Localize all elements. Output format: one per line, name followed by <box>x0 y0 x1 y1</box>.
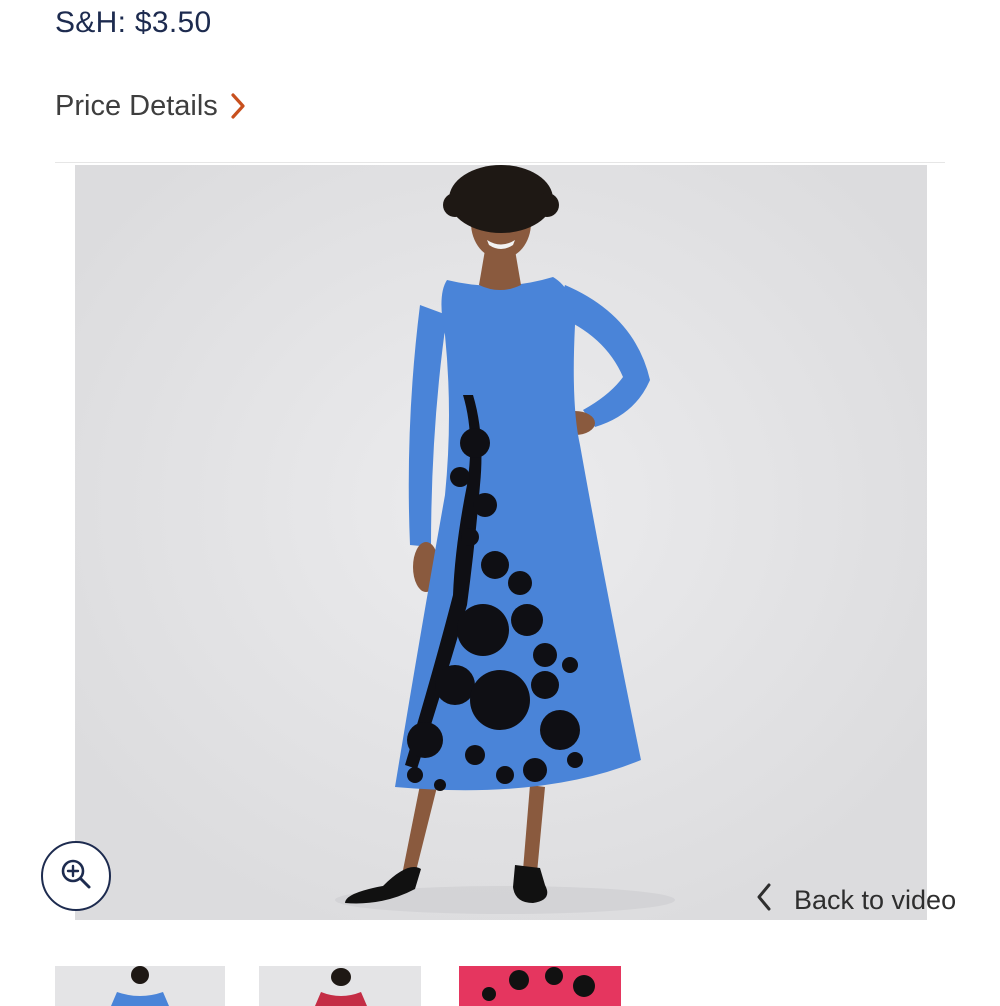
zoom-button[interactable] <box>41 841 111 911</box>
back-to-video-label: Back to video <box>794 884 957 915</box>
chevron-right-icon <box>230 92 246 120</box>
section-divider <box>55 162 945 163</box>
zoom-in-icon <box>58 856 94 897</box>
price-details-label: Price Details <box>55 89 218 122</box>
thumb-red-dress[interactable] <box>259 966 421 1006</box>
thumb-pink-floral-dress[interactable] <box>459 966 621 1006</box>
price-details-link[interactable]: Price Details <box>55 86 246 126</box>
model-in-blue-dress <box>75 165 927 920</box>
back-to-video-button[interactable]: Back to video <box>756 878 956 922</box>
product-image[interactable] <box>75 165 927 920</box>
shipping-handling-price: S&H: $3.50 <box>55 6 212 39</box>
thumb-blue-dress[interactable] <box>55 966 225 1006</box>
chevron-left-icon <box>756 882 772 919</box>
